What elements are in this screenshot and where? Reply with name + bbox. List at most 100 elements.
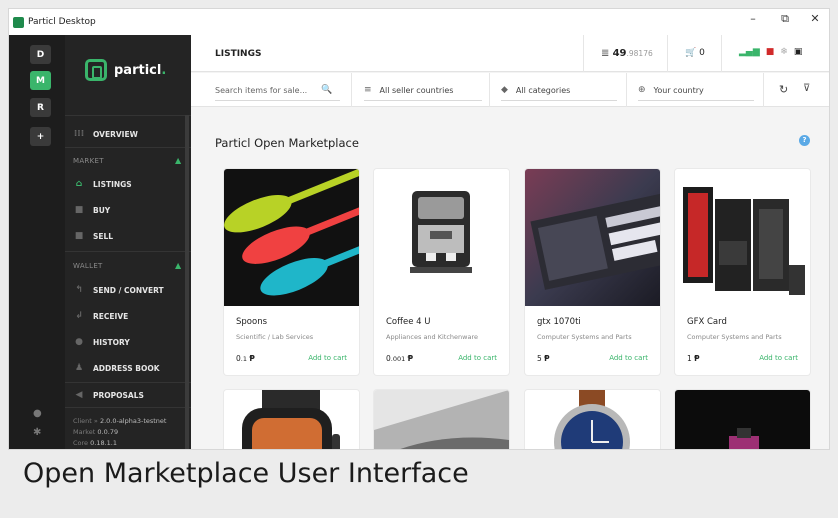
sidebar-item-sell[interactable]: ■ SELL bbox=[73, 225, 191, 247]
help-icon[interactable]: ? bbox=[799, 135, 810, 146]
sidebar-item-receive[interactable]: ↲ RECEIVE bbox=[73, 305, 191, 327]
marketplace-title: Particl Open Marketplace bbox=[215, 136, 359, 150]
console-icon[interactable]: ▣ bbox=[794, 47, 803, 57]
sidebar-divider bbox=[65, 407, 191, 408]
sidebar-section-market: MARKET bbox=[73, 157, 104, 165]
listing-card[interactable]: GFX Card Computer Systems and Parts 1 Ᵽ … bbox=[675, 169, 810, 375]
filter-divider bbox=[351, 73, 352, 107]
sidebar-item-label: LISTINGS bbox=[93, 179, 132, 189]
add-to-cart-button[interactable]: Add to cart bbox=[609, 354, 648, 362]
chevron-up-icon[interactable]: ▲ bbox=[175, 261, 181, 270]
listing-image-coffee bbox=[374, 169, 509, 306]
listing-image-gfx bbox=[675, 169, 810, 306]
sidebar-divider bbox=[65, 115, 191, 116]
listing-image-fossil-watch bbox=[525, 390, 660, 449]
profile-rail: D M R + ● ✱ bbox=[9, 35, 65, 449]
close-button[interactable]: ✕ bbox=[801, 12, 829, 25]
version-market: Market 0.0.79 bbox=[73, 428, 119, 436]
megaphone-icon: ◀ bbox=[75, 390, 83, 400]
listing-title: Spoons bbox=[236, 317, 268, 327]
balance-integer: 49 bbox=[612, 48, 627, 59]
clock-icon: ● bbox=[75, 337, 83, 347]
sidebar-scrollbar[interactable] bbox=[185, 115, 189, 449]
listing-card[interactable]: Coffee 4 U Appliances and Kitchenware 0.… bbox=[374, 169, 509, 375]
listing-card[interactable]: gtx 1070ti Computer Systems and Parts 5 … bbox=[525, 169, 660, 375]
add-to-cart-button[interactable]: Add to cart bbox=[458, 354, 497, 362]
listing-card[interactable]: Spoons Scientific / Lab Services 0.1 Ᵽ A… bbox=[224, 169, 359, 375]
lock-icon[interactable]: ■ bbox=[766, 47, 775, 57]
particl-logo-icon bbox=[85, 59, 107, 81]
add-to-cart-button[interactable]: Add to cart bbox=[308, 354, 347, 362]
sidebar-divider bbox=[65, 251, 191, 252]
top-bar: LISTINGS ≣ 49.98176 🛒 0 ▂▄▆ ■ ❄ ▣ bbox=[191, 35, 829, 72]
listing-card[interactable] bbox=[675, 390, 810, 449]
rail-button-r[interactable]: R bbox=[30, 98, 51, 117]
chevron-up-icon[interactable]: ▲ bbox=[175, 156, 181, 165]
wallet-balance[interactable]: ≣ 49.98176 bbox=[601, 48, 653, 59]
sidebar-item-label: RECEIVE bbox=[93, 311, 129, 321]
refresh-icon[interactable]: ↻ bbox=[779, 83, 788, 96]
listing-image-gtx bbox=[525, 169, 660, 306]
category-filter-label: All categories bbox=[515, 85, 571, 95]
rail-button-d[interactable]: D bbox=[30, 45, 51, 64]
listing-category: Appliances and Kitchenware bbox=[386, 333, 478, 341]
screenshot-frame: Particl Desktop – ⧉ ✕ D M R + ● ✱ partic… bbox=[0, 0, 838, 518]
tag-icon: ◆ bbox=[501, 85, 508, 95]
listing-category: Computer Systems and Parts bbox=[687, 333, 782, 341]
grid-icon: ⁞⁞⁞ bbox=[73, 129, 85, 139]
category-filter[interactable]: ◆ All categories bbox=[501, 73, 617, 107]
bag-icon: ■ bbox=[74, 205, 84, 215]
sidebar-section-wallet: WALLET bbox=[73, 262, 103, 270]
sidebar-item-label: BUY bbox=[93, 205, 111, 215]
filter-divider bbox=[626, 73, 627, 107]
listing-title: gtx 1070ti bbox=[537, 317, 581, 327]
brand-dot: . bbox=[161, 62, 167, 78]
minimize-button[interactable]: – bbox=[739, 12, 767, 25]
clear-filter-icon[interactable]: ⊽ bbox=[803, 83, 810, 94]
listing-price: 0.001 Ᵽ bbox=[386, 354, 414, 363]
sidebar-item-buy[interactable]: ■ BUY bbox=[73, 199, 191, 221]
signal-icon[interactable]: ▂▄▆ bbox=[739, 47, 760, 57]
sidebar-divider bbox=[65, 147, 191, 148]
cart-button[interactable]: 🛒 0 bbox=[685, 48, 705, 58]
brand-name: particl bbox=[114, 62, 162, 78]
maximize-button[interactable]: ⧉ bbox=[771, 12, 799, 26]
cart-count: 0 bbox=[699, 48, 705, 58]
app-logo-icon bbox=[13, 16, 24, 28]
listing-card[interactable] bbox=[224, 390, 359, 449]
title-bar: Particl Desktop – ⧉ ✕ bbox=[9, 9, 829, 35]
country-filter-label: All seller countries bbox=[379, 85, 454, 95]
your-country-filter[interactable]: ⊕ Your country bbox=[638, 73, 754, 107]
search-icon[interactable]: 🔍 bbox=[321, 85, 332, 95]
add-to-cart-button[interactable]: Add to cart bbox=[759, 354, 798, 362]
listing-title: Coffee 4 U bbox=[386, 317, 431, 327]
sidebar-item-overview[interactable]: ⁞⁞⁞ OVERVIEW bbox=[73, 123, 191, 145]
main-content: LISTINGS ≣ 49.98176 🛒 0 ▂▄▆ ■ ❄ ▣ Search… bbox=[191, 35, 829, 449]
sidebar-item-address-book[interactable]: ♟ ADDRESS BOOK bbox=[73, 357, 191, 379]
filter-icon: ≡ bbox=[364, 85, 372, 95]
search-input[interactable] bbox=[215, 85, 307, 95]
sidebar-item-listings[interactable]: ⌂ LISTINGS bbox=[73, 173, 191, 195]
sidebar-item-label: PROPOSALS bbox=[93, 390, 144, 400]
snowflake-icon[interactable]: ❄ bbox=[780, 47, 788, 57]
sidebar-item-send[interactable]: ↰ SEND / CONVERT bbox=[73, 279, 191, 301]
sidebar-item-label: OVERVIEW bbox=[93, 129, 138, 139]
receive-icon: ↲ bbox=[75, 311, 83, 321]
help-circle-icon[interactable]: ● bbox=[33, 408, 42, 419]
sidebar-divider bbox=[65, 382, 191, 383]
sidebar-item-proposals[interactable]: ◀ PROPOSALS bbox=[73, 384, 191, 406]
rail-button-add[interactable]: + bbox=[30, 127, 51, 146]
your-country-label: Your country bbox=[653, 85, 704, 95]
bug-icon[interactable]: ✱ bbox=[33, 427, 41, 438]
contacts-icon: ♟ bbox=[74, 363, 84, 373]
category-underline bbox=[501, 100, 617, 101]
rail-button-m[interactable]: M bbox=[30, 71, 51, 90]
listing-price: 1 Ᵽ bbox=[687, 354, 700, 363]
database-icon: ≣ bbox=[601, 48, 610, 59]
bag-icon: ■ bbox=[74, 231, 84, 241]
listing-card[interactable] bbox=[374, 390, 509, 449]
listing-card[interactable] bbox=[525, 390, 660, 449]
sidebar-item-history[interactable]: ● HISTORY bbox=[73, 331, 191, 353]
globe-icon: ⊕ bbox=[638, 85, 646, 95]
country-filter[interactable]: ≡ All seller countries bbox=[364, 73, 482, 107]
